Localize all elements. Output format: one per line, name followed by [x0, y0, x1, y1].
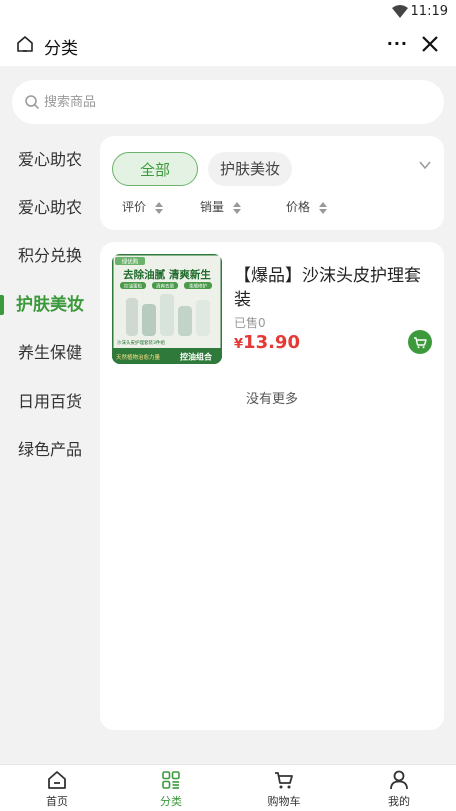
nav-bar: 分类 ··· [0, 24, 456, 66]
chip-skincare[interactable]: 护肤美妆 [208, 152, 292, 186]
more-button[interactable]: ··· [387, 34, 408, 54]
add-to-cart-button[interactable] [408, 330, 432, 354]
search-area [0, 66, 456, 136]
chevron-down-icon[interactable] [418, 158, 432, 172]
sort-rating[interactable]: 评价 [122, 198, 164, 216]
filter-panel: 全部 护肤美妆 评价 销量 价格 [100, 136, 444, 230]
search-icon [25, 95, 40, 110]
status-time: 11:19 [410, 4, 448, 19]
product-image-caption: 沙沫头皮护理套装3件组 [117, 339, 165, 346]
sidebar-item-points-exchange[interactable]: 积分兑换 [0, 234, 100, 278]
search-bar[interactable] [12, 80, 444, 124]
product-image-tag: 清爽去屑 [156, 283, 174, 290]
product-image-brand: 绿优购 [122, 258, 139, 266]
sort-arrows-icon [232, 201, 241, 214]
product-image-tag: 柔顺修护 [189, 283, 207, 290]
sort-arrows-icon [154, 201, 163, 214]
sort-price-label: 价格 [286, 200, 311, 214]
product-image-tag: 控油蓬松 [124, 283, 142, 290]
sidebar-item-love-farm-2[interactable]: 爱心助农 [0, 186, 100, 230]
product-image-footer-left: 天然植物治愈力量 [116, 353, 161, 361]
sort-price[interactable]: 价格 [286, 198, 328, 216]
sort-arrows-icon [318, 201, 327, 214]
sort-sales-label: 销量 [200, 200, 225, 214]
bottom-tabbar: 首页 分类 购物车 我的 [0, 764, 456, 811]
sidebar-item-health[interactable]: 养生保健 [0, 331, 100, 375]
price-currency: ¥ [234, 337, 244, 352]
category-icon [162, 771, 180, 789]
tab-cart-label: 购物车 [267, 795, 301, 808]
sidebar-item-skincare[interactable]: 护肤美妆 [0, 283, 100, 327]
sort-sales[interactable]: 销量 [200, 198, 242, 216]
sort-row: 评价 销量 价格 [100, 198, 444, 218]
wifi-icon [392, 5, 408, 18]
tab-category[interactable]: 分类 [131, 769, 211, 809]
no-more-text: 没有更多 [245, 392, 298, 407]
tab-mine[interactable]: 我的 [359, 769, 439, 809]
cart-icon [275, 772, 293, 789]
tab-home[interactable]: 首页 [17, 769, 97, 809]
category-sidebar: 爱心助农 爱心助农 积分兑换 护肤美妆 养生保健 日用百货 绿色产品 [0, 136, 100, 764]
product-sold: 已售0 [234, 316, 266, 330]
chip-all[interactable]: 全部 [112, 152, 198, 186]
product-image-footer-right: 控油组合 [180, 352, 213, 362]
product-image-art: 绿优购 去除油腻 清爽新生 控油蓬松 清爽去屑 柔顺修护 沙沫头皮护理套装3件组… [112, 254, 222, 364]
product-price: ¥13.90 [234, 332, 300, 353]
product-name[interactable]: 【爆品】沙沫头皮护理套装 [234, 264, 430, 312]
cart-icon [414, 337, 427, 349]
home-icon[interactable] [16, 35, 34, 53]
sort-rating-label: 评价 [122, 200, 147, 214]
user-icon [390, 770, 408, 790]
tab-mine-label: 我的 [388, 795, 410, 808]
sidebar-item-daily-goods[interactable]: 日用百货 [0, 380, 100, 424]
product-card[interactable]: 绿优购 去除油腻 清爽新生 控油蓬松 清爽去屑 柔顺修护 沙沫头皮护理套装3件组… [112, 254, 432, 364]
search-input[interactable] [44, 90, 424, 114]
tab-category-label: 分类 [160, 795, 182, 808]
sidebar-item-green-products[interactable]: 绿色产品 [0, 428, 100, 472]
product-image[interactable]: 绿优购 去除油腻 清爽新生 控油蓬松 清爽去屑 柔顺修护 沙沫头皮护理套装3件组… [112, 254, 222, 364]
tab-home-label: 首页 [46, 795, 68, 808]
status-bar: 11:19 [0, 0, 456, 24]
product-list: 绿优购 去除油腻 清爽新生 控油蓬松 清爽去屑 柔顺修护 沙沫头皮护理套装3件组… [100, 242, 444, 730]
sidebar-item-love-farm-1[interactable]: 爱心助农 [0, 138, 100, 182]
page-title: 分类 [44, 39, 78, 59]
close-icon[interactable] [420, 34, 440, 54]
tab-cart[interactable]: 购物车 [244, 769, 324, 809]
home-icon [48, 771, 66, 789]
price-value: 13.90 [243, 332, 300, 353]
product-image-headline: 去除油腻 清爽新生 [123, 268, 211, 281]
